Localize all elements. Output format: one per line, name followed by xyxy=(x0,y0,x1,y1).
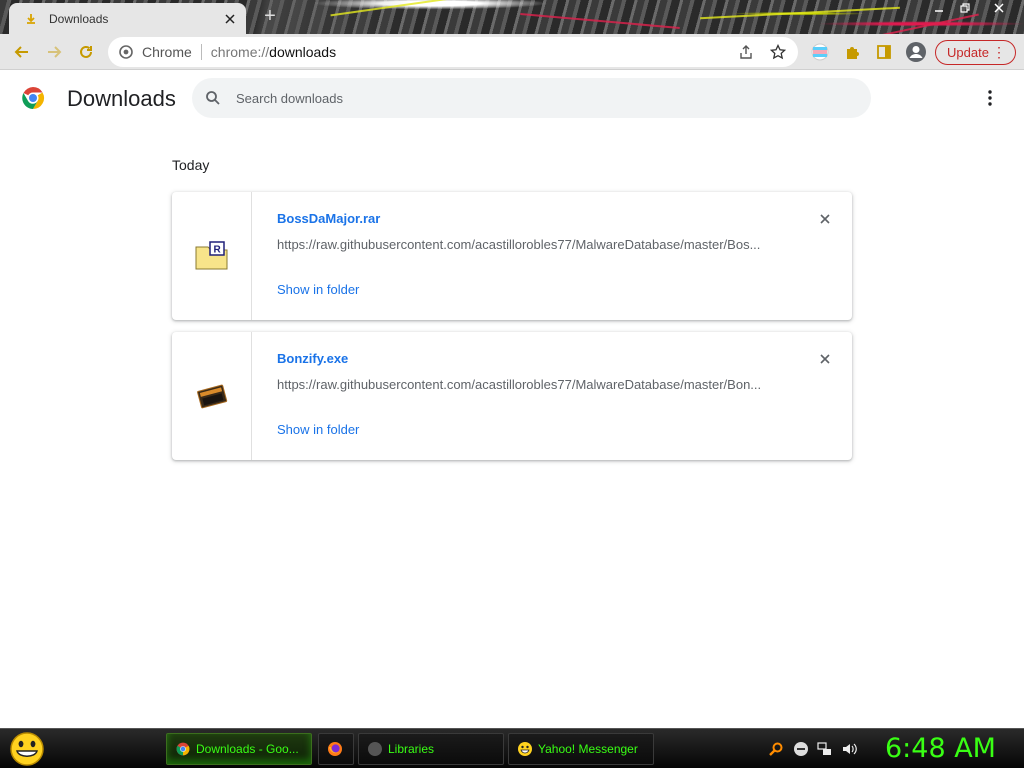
tab-close-icon[interactable] xyxy=(222,11,238,27)
browser-toolbar: Chrome chrome://downloads Update ⋮ xyxy=(0,34,1024,70)
chrome-icon xyxy=(175,741,191,757)
address-bar[interactable]: Chrome chrome://downloads xyxy=(108,37,798,67)
tray-status-icon[interactable] xyxy=(793,741,809,757)
download-icon xyxy=(23,11,39,27)
yahoo-messenger-icon xyxy=(517,741,533,757)
chrome-logo-icon xyxy=(22,87,45,109)
taskbar-clock[interactable]: 6:48 AM xyxy=(885,733,996,764)
remove-download-icon[interactable] xyxy=(815,349,835,369)
back-arrow-icon xyxy=(14,46,28,58)
exe-application-icon xyxy=(196,384,227,409)
back-button[interactable] xyxy=(8,38,36,66)
taskbar-chrome-downloads[interactable]: Downloads - Goo... xyxy=(166,733,312,765)
update-label: Update xyxy=(947,45,989,60)
taskbar-firefox[interactable] xyxy=(318,733,354,765)
show-in-folder-link[interactable]: Show in folder xyxy=(277,282,359,297)
download-item: Bonzify.exe https://raw.githubuserconten… xyxy=(172,332,852,460)
reload-button[interactable] xyxy=(72,38,100,66)
task-label: Libraries xyxy=(388,742,435,756)
chrome-site-icon xyxy=(118,44,134,60)
file-icon-column xyxy=(172,332,252,460)
url-text: chrome://downloads xyxy=(211,44,336,60)
forward-arrow-icon xyxy=(48,46,62,58)
file-name-link[interactable]: Bonzify.exe xyxy=(277,351,348,366)
svg-text:R: R xyxy=(213,245,221,256)
firefox-icon xyxy=(327,741,343,757)
extensions-puzzle-icon[interactable] xyxy=(838,38,866,66)
title-bar: Downloads + xyxy=(0,0,1024,34)
remove-download-icon[interactable] xyxy=(815,209,835,229)
search-icon xyxy=(204,89,222,107)
chrome-menu-icon: ⋮ xyxy=(992,44,1006,60)
page-title: Downloads xyxy=(67,86,176,111)
search-input[interactable] xyxy=(236,90,836,106)
update-button[interactable]: Update ⋮ xyxy=(935,40,1016,65)
file-icon-column: R xyxy=(172,192,252,320)
task-label: Yahoo! Messenger xyxy=(538,742,638,756)
file-name-link[interactable]: BossDaMajor.rar xyxy=(277,211,380,226)
tray-volume-icon[interactable] xyxy=(841,741,857,757)
site-label: Chrome xyxy=(142,44,192,60)
taskbar-libraries[interactable]: Libraries xyxy=(358,733,504,765)
address-divider xyxy=(200,44,202,60)
show-in-folder-link[interactable]: Show in folder xyxy=(277,422,359,437)
more-actions-icon[interactable] xyxy=(978,86,1002,110)
file-source-url: https://raw.githubusercontent.com/acasti… xyxy=(277,377,762,392)
account-avatar-icon[interactable] xyxy=(902,38,930,66)
tray-search-icon[interactable] xyxy=(768,741,784,757)
restore-button[interactable] xyxy=(952,0,978,16)
download-item: R BossDaMajor.rar https://raw.githubuser… xyxy=(172,192,852,320)
url-host: downloads xyxy=(269,44,337,60)
taskbar: Downloads - Goo... Libraries Yahoo! Mess… xyxy=(0,728,1024,768)
taskbar-yahoo-messenger[interactable]: Yahoo! Messenger xyxy=(508,733,654,765)
tray-network-icon[interactable] xyxy=(817,741,833,757)
tab-title: Downloads xyxy=(49,11,109,26)
side-panel-icon[interactable] xyxy=(870,38,898,66)
winrar-archive-icon: R xyxy=(195,241,227,270)
profile-flag-icon[interactable] xyxy=(806,38,834,66)
reload-icon xyxy=(80,45,92,58)
forward-button[interactable] xyxy=(40,38,68,66)
search-downloads[interactable] xyxy=(192,78,871,118)
minimize-button[interactable] xyxy=(926,0,952,16)
new-tab-button[interactable]: + xyxy=(260,6,280,27)
date-header: Today xyxy=(172,157,210,173)
share-icon[interactable] xyxy=(736,42,756,62)
tab-downloads[interactable]: Downloads xyxy=(9,3,246,34)
libraries-icon xyxy=(367,741,383,757)
url-scheme: chrome:// xyxy=(210,44,270,60)
bookmark-star-icon[interactable] xyxy=(768,42,788,62)
start-smiley-icon[interactable] xyxy=(8,731,46,767)
file-source-url: https://raw.githubusercontent.com/acasti… xyxy=(277,237,761,252)
close-window-button[interactable] xyxy=(986,0,1012,16)
task-label: Downloads - Goo... xyxy=(196,742,299,756)
downloads-header: Downloads xyxy=(0,70,1024,128)
